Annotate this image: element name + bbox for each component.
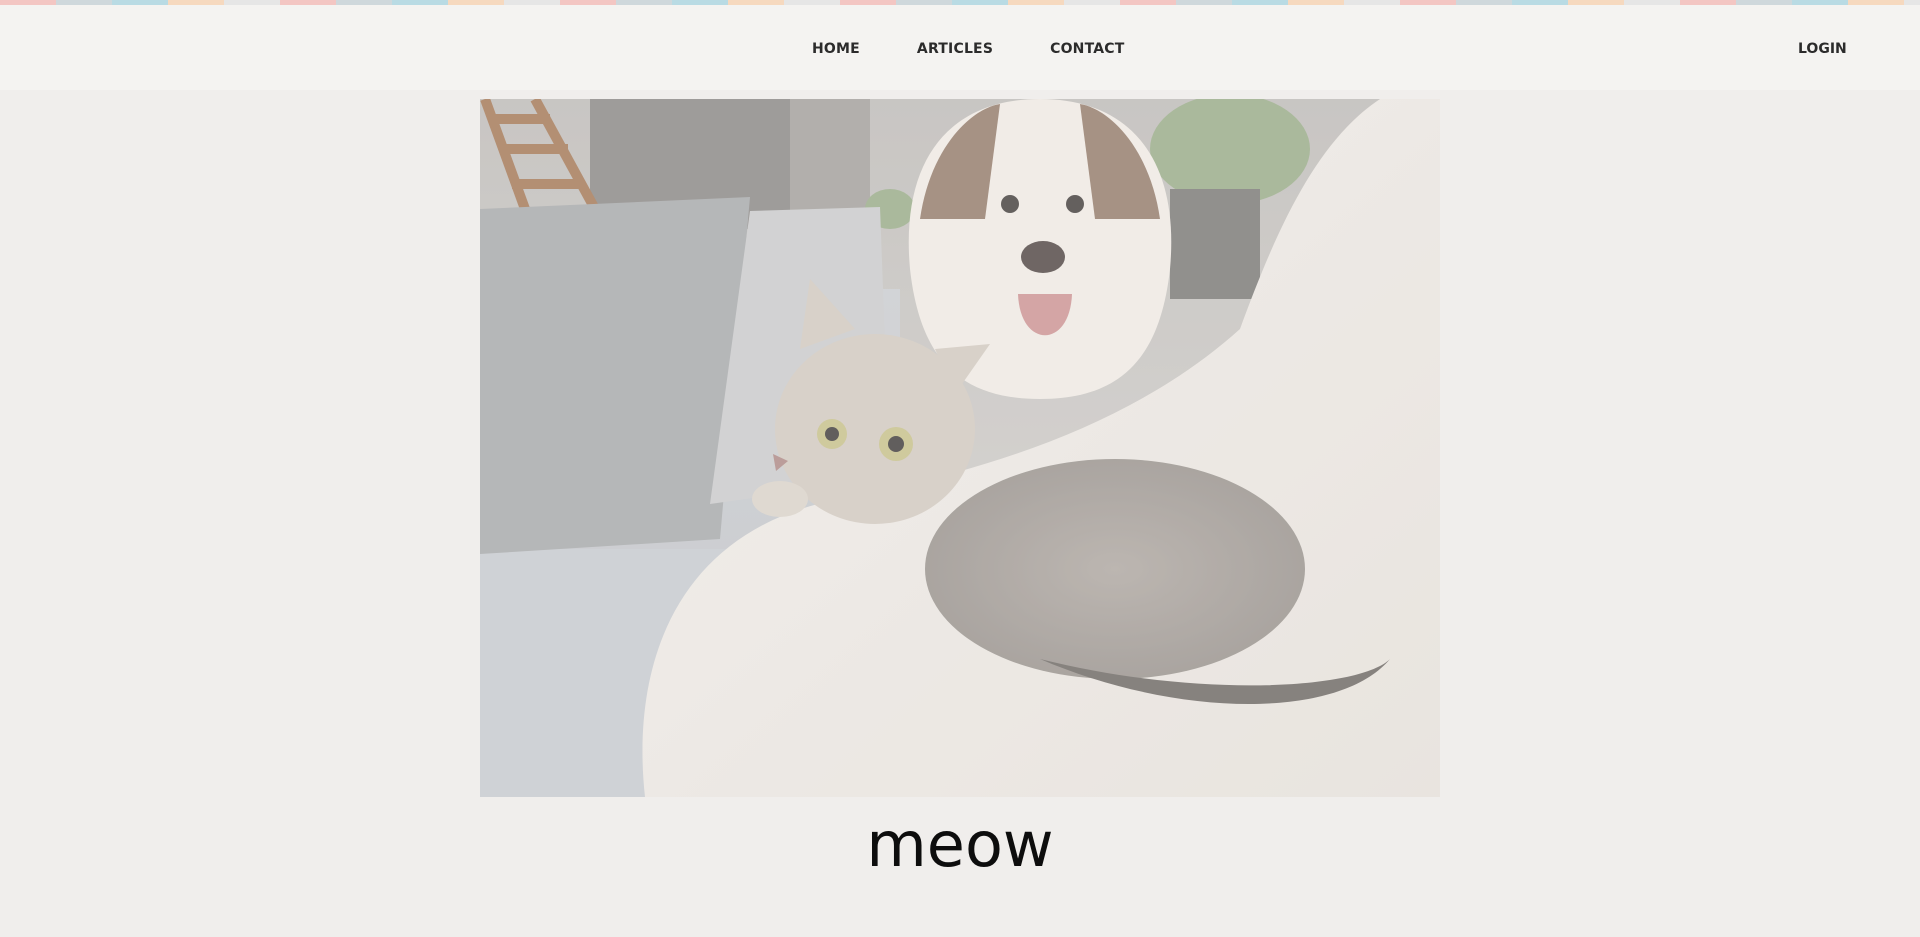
image-fade-overlay (480, 99, 1440, 797)
post-caption: meow (866, 808, 1054, 881)
nav-articles-link[interactable]: ARTICLES (917, 41, 993, 57)
main-nav: HOME ARTICLES CONTACT (812, 41, 1125, 57)
nav-contact-link[interactable]: CONTACT (1050, 41, 1124, 57)
top-navbar: HOME ARTICLES CONTACT LOGIN (0, 5, 1920, 90)
hero-image (480, 99, 1440, 797)
nav-home-link[interactable]: HOME (812, 41, 860, 57)
login-link[interactable]: LOGIN (1798, 41, 1847, 57)
